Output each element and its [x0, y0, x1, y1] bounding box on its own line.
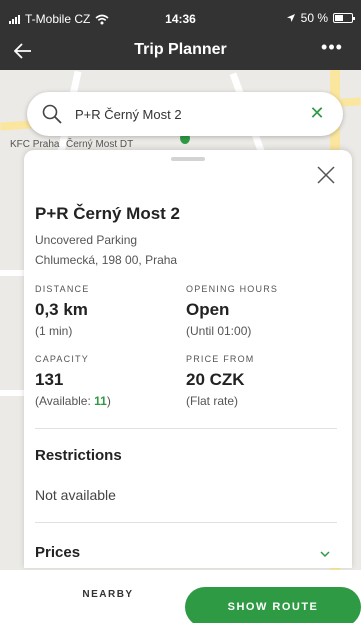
place-type: Uncovered Parking	[35, 233, 138, 247]
opening-hours-cell: OPENING HOURS Open (Until 01:00)	[186, 284, 336, 338]
bottom-action-bar: NEARBY SHOW ROUTE	[0, 570, 361, 623]
status-bar: T-Mobile CZ 14:36 50 %	[0, 0, 361, 30]
clear-search-icon[interactable]: ✕	[307, 103, 327, 123]
available-count: 11	[94, 394, 107, 408]
map-road	[0, 390, 24, 396]
battery-percent: 50 %	[300, 11, 328, 25]
nav-bar: Trip Planner •••	[0, 32, 361, 70]
capacity-value: 131	[35, 370, 64, 389]
opening-hours-until: (Until 01:00)	[186, 324, 252, 338]
capacity-cell: CAPACITY 131 (Available: 11)	[35, 354, 185, 408]
place-name: P+R Černý Most 2	[35, 204, 181, 223]
divider	[35, 522, 337, 523]
more-button[interactable]: •••	[317, 36, 347, 66]
place-detail-sheet: P+R Černý Most 2 Uncovered Parking Chlum…	[24, 150, 352, 568]
divider	[35, 428, 337, 429]
page-title: Trip Planner	[134, 41, 227, 58]
close-icon	[317, 166, 335, 184]
capacity-caption: CAPACITY	[35, 354, 89, 364]
distance-caption: DISTANCE	[35, 284, 90, 294]
price-rate: (Flat rate)	[186, 394, 239, 408]
chevron-down-icon[interactable]	[318, 547, 332, 561]
close-sheet-button[interactable]	[314, 162, 338, 186]
map-label-kfc: KFC Praha	[10, 139, 60, 150]
distance-cell: DISTANCE 0,3 km (1 min)	[35, 284, 185, 338]
restrictions-title: Restrictions	[35, 447, 122, 464]
prices-section-toggle[interactable]: Prices	[35, 544, 80, 561]
available-suffix: )	[106, 394, 111, 408]
opening-hours-value: Open	[186, 300, 230, 319]
distance-value: 0,3 km	[35, 300, 88, 319]
search-input[interactable]	[75, 104, 295, 124]
show-route-button[interactable]: SHOW ROUTE	[185, 587, 361, 623]
price-caption: PRICE FROM	[186, 354, 255, 364]
opening-hours-caption: OPENING HOURS	[186, 284, 279, 294]
map-label-metro: Černý Most DT	[66, 139, 134, 150]
top-bar: T-Mobile CZ 14:36 50 % Trip Planner •••	[0, 0, 361, 70]
price-cell: PRICE FROM 20 CZK (Flat rate)	[186, 354, 336, 408]
battery-icon	[333, 13, 355, 23]
capacity-available: (Available: 11)	[35, 394, 185, 408]
status-right: 50 %	[286, 11, 355, 25]
search-bar[interactable]: ✕	[27, 92, 343, 136]
distance-time: (1 min)	[35, 324, 73, 338]
map-road	[0, 270, 24, 276]
price-value: 20 CZK	[186, 370, 245, 389]
sheet-grab-handle[interactable]	[171, 157, 205, 161]
restrictions-text: Not available	[35, 487, 116, 503]
place-address: Chlumecká, 198 00, Praha	[35, 253, 178, 267]
screen: T-Mobile CZ 14:36 50 % Trip Planner ••• …	[0, 0, 361, 623]
available-prefix: (Available:	[35, 394, 95, 408]
location-arrow-icon	[286, 14, 295, 22]
search-icon	[42, 104, 62, 124]
nearby-button[interactable]: NEARBY	[48, 580, 168, 610]
